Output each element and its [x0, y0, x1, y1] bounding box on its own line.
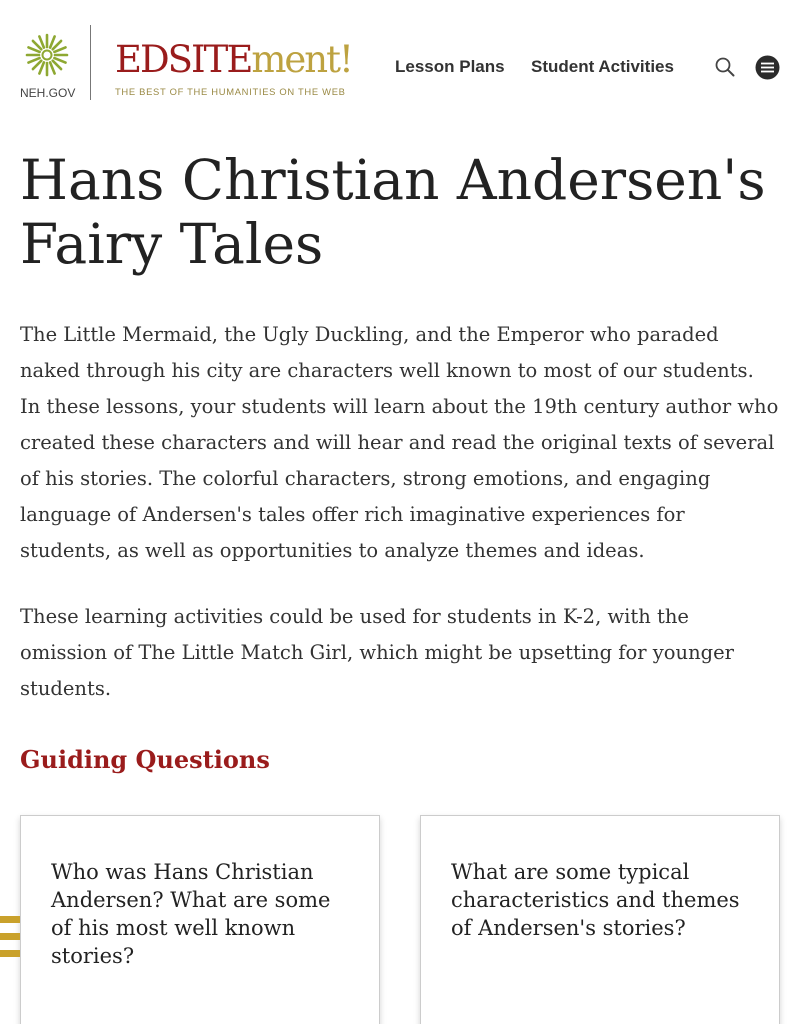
brand-wordmark: EDSITEment!	[115, 38, 354, 82]
brand-wordmark-red: EDSITE	[115, 38, 253, 81]
search-icon	[715, 57, 735, 77]
neh-emblem-icon	[25, 33, 69, 77]
guiding-question-text: Who was Hans Christian Andersen? What ar…	[51, 860, 331, 968]
intro-paragraph: The Little Mermaid, the Ugly Duckling, a…	[20, 323, 779, 562]
edsitement-logo-link[interactable]: EDSITEment! THE BEST OF THE HUMANITIES O…	[115, 38, 354, 97]
neh-logo-link[interactable]: NEH.GOV	[20, 32, 76, 100]
nav-student-activities[interactable]: Student Activities	[531, 57, 674, 77]
guiding-question-text: What are some typical characteristics an…	[451, 860, 740, 940]
guiding-questions-heading: Guiding Questions	[20, 745, 270, 774]
header-divider	[90, 25, 91, 100]
guiding-question-card: What are some typical characteristics an…	[420, 815, 780, 1024]
guiding-question-card: Who was Hans Christian Andersen? What ar…	[20, 815, 380, 1024]
intro-paragraph-k2-note: These learning activities could be used …	[20, 605, 735, 700]
brand-wordmark-gold: ment!	[251, 38, 354, 81]
menu-button[interactable]	[755, 55, 780, 80]
nav-lesson-plans[interactable]: Lesson Plans	[395, 57, 505, 77]
site-header: NEH.GOV EDSITEment! THE BEST OF THE HUMA…	[0, 0, 800, 120]
menu-icon	[755, 55, 780, 80]
page-title: Hans Christian Andersen's Fairy Tales	[20, 148, 766, 276]
neh-label: NEH.GOV	[20, 86, 76, 100]
search-button[interactable]	[714, 56, 736, 78]
brand-tagline: THE BEST OF THE HUMANITIES ON THE WEB	[115, 86, 346, 97]
side-menu-tab[interactable]	[0, 916, 20, 958]
